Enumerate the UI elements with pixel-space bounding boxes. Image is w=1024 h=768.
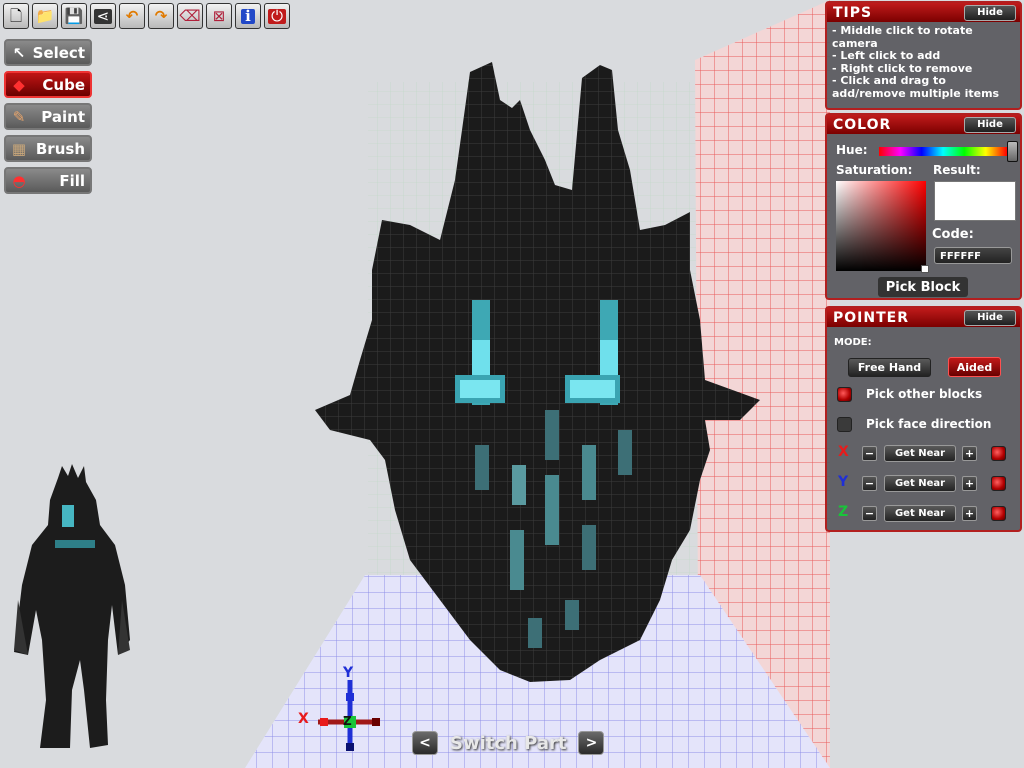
pointer-panel: POINTER Hide MODE: Free Hand Aided Pick … <box>825 306 1022 532</box>
tool-paint[interactable]: ✎ Paint <box>4 103 92 130</box>
gizmo-x-label: X <box>298 711 309 727</box>
tips-title: TIPS <box>833 4 873 21</box>
free-hand-button[interactable]: Free Hand <box>848 358 931 377</box>
save-button[interactable]: 💾 <box>61 3 87 29</box>
hue-slider[interactable] <box>879 147 1007 156</box>
tool-label: Brush <box>35 139 85 158</box>
tool-label: Paint <box>41 107 85 126</box>
character-preview <box>14 464 130 748</box>
color-title: COLOR <box>833 116 892 133</box>
y-get-near-button[interactable]: Get Near <box>884 475 956 492</box>
pointer-header: POINTER Hide <box>827 308 1020 327</box>
next-part-button[interactable]: > <box>578 731 605 755</box>
open-button[interactable]: 📁 <box>32 3 58 29</box>
pick-other-blocks-checkbox[interactable] <box>837 387 852 402</box>
z-minus-button[interactable]: − <box>862 506 877 521</box>
prev-part-button[interactable]: < <box>412 731 438 755</box>
open-folder-icon: 📁 <box>35 6 55 25</box>
hue-label: Hue: <box>836 143 868 157</box>
new-file-button[interactable]: 🗋 <box>3 3 29 29</box>
color-header: COLOR Hide <box>827 115 1020 134</box>
saturation-handle[interactable] <box>921 265 929 273</box>
info-icon: ℹ <box>241 8 255 24</box>
pointer-title: POINTER <box>833 309 909 326</box>
share-icon: ⋖ <box>93 8 113 24</box>
y-toggle[interactable] <box>991 476 1006 491</box>
pick-other-blocks-label: Pick other blocks <box>866 387 983 401</box>
exit-icon: ⏻ <box>268 8 286 24</box>
axis-x-label: X <box>838 444 849 460</box>
z-plus-button[interactable]: + <box>962 506 977 521</box>
new-file-icon: 🗋 <box>9 6 23 25</box>
tool-palette: ↖ Select ◆ Cube ✎ Paint ▦ Brush ◓ Fill <box>4 39 92 194</box>
result-label: Result: <box>933 163 981 177</box>
hue-slider-handle[interactable] <box>1007 141 1018 162</box>
pick-face-direction-checkbox[interactable] <box>837 417 852 432</box>
pick-face-direction-label: Pick face direction <box>866 417 992 431</box>
tool-select[interactable]: ↖ Select <box>4 39 92 66</box>
tips-hide-button[interactable]: Hide <box>964 4 1016 21</box>
result-swatch <box>934 181 1016 221</box>
tip-line: - Click and drag to <box>832 74 946 87</box>
code-label: Code: <box>932 227 974 242</box>
x-minus-button[interactable]: − <box>862 446 877 461</box>
info-button[interactable]: ℹ <box>235 3 261 29</box>
cursor-icon: ↖ <box>12 43 26 62</box>
gizmo-z-label: Z <box>343 714 352 728</box>
cube-icon: ◆ <box>13 75 25 94</box>
pointer-hide-button[interactable]: Hide <box>964 309 1016 326</box>
tool-brush[interactable]: ▦ Brush <box>4 135 92 162</box>
fill-bucket-icon: ◓ <box>12 171 26 190</box>
y-minus-button[interactable]: − <box>862 476 877 491</box>
tip-line: add/remove multiple items <box>832 86 1000 100</box>
z-toggle[interactable] <box>991 506 1006 521</box>
switch-part-label: Switch Part <box>450 732 567 754</box>
color-code-input[interactable]: FFFFFF <box>934 247 1012 264</box>
share-button[interactable]: ⋖ <box>90 3 116 29</box>
saturation-label: Saturation: <box>836 163 913 177</box>
eraser-button[interactable]: ⌫ <box>177 3 203 29</box>
tool-label: Fill <box>59 171 85 190</box>
undo-button[interactable]: ↶ <box>119 3 145 29</box>
switch-part-control: < Switch Part > <box>412 730 605 756</box>
x-get-near-button[interactable]: Get Near <box>884 445 956 462</box>
paint-icon: ✎ <box>12 107 26 126</box>
x-toggle[interactable] <box>991 446 1006 461</box>
clear-button[interactable]: ⊠ <box>206 3 232 29</box>
pick-block-button[interactable]: Pick Block <box>878 277 968 297</box>
tool-label: Select <box>32 43 85 62</box>
tool-label: Cube <box>42 75 85 94</box>
z-get-near-button[interactable]: Get Near <box>884 505 956 522</box>
tool-cube[interactable]: ◆ Cube <box>4 71 92 98</box>
tip-line: - Middle click to rotate <box>832 24 973 37</box>
mode-label: MODE: <box>834 337 872 348</box>
clear-icon: ⊠ <box>212 6 226 25</box>
undo-icon: ↶ <box>125 6 139 25</box>
eraser-icon: ⌫ <box>179 6 201 25</box>
brush-icon: ▦ <box>11 139 27 158</box>
y-plus-button[interactable]: + <box>962 476 977 491</box>
tool-fill[interactable]: ◓ Fill <box>4 167 92 194</box>
exit-button[interactable]: ⏻ <box>264 3 290 29</box>
tip-line: - Left click to add <box>832 49 941 62</box>
redo-icon: ↷ <box>154 6 168 25</box>
top-toolbar: 🗋 📁 💾 ⋖ ↶ ↷ ⌫ ⊠ ℹ ⏻ <box>3 3 290 29</box>
save-icon: 💾 <box>64 6 84 25</box>
axis-y-label: Y <box>838 474 849 490</box>
axis-z-label: Z <box>838 504 849 520</box>
tips-header: TIPS Hide <box>827 3 1020 22</box>
x-plus-button[interactable]: + <box>962 446 977 461</box>
tips-panel: TIPS Hide - Middle click to rotate camer… <box>825 1 1022 110</box>
color-hide-button[interactable]: Hide <box>964 116 1016 133</box>
aided-button[interactable]: Aided <box>948 357 1001 377</box>
tips-text: - Middle click to rotate camera - Left c… <box>827 22 1020 103</box>
saturation-picker[interactable] <box>836 181 929 273</box>
redo-button[interactable]: ↷ <box>148 3 174 29</box>
color-panel: COLOR Hide Hue: Saturation: Result: Code… <box>825 113 1022 300</box>
gizmo-y-label: Y <box>343 665 354 681</box>
